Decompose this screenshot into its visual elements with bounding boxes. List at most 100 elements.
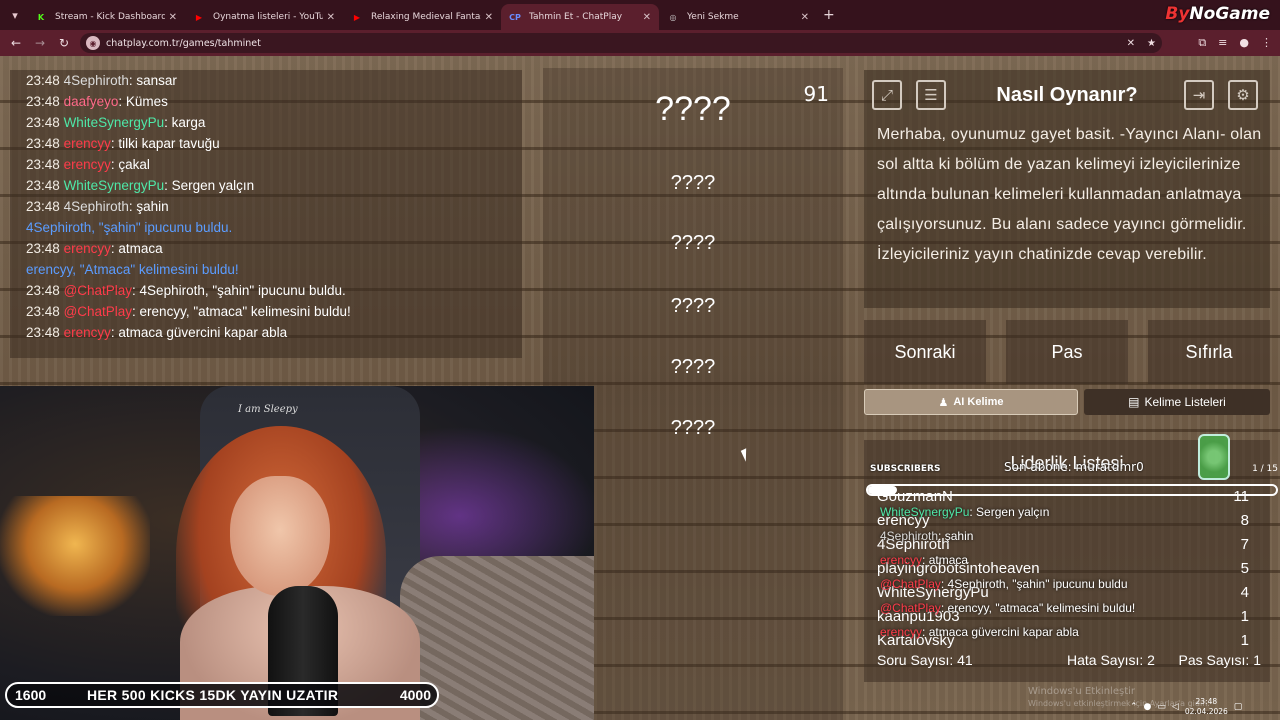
- overlay-chat-user: WhiteSynergyPu: [880, 505, 970, 519]
- browser-tab[interactable]: K Stream - Kick Dashboard ✕: [27, 4, 185, 30]
- chat-timestamp: 23:48: [26, 73, 60, 88]
- youtube-icon: ▶: [195, 12, 203, 22]
- kicks-goal-bar: 1600 HER 500 KICKS 15DK YAYIN UZATIR 400…: [5, 682, 439, 708]
- chat-text: : erencyy, "atmaca" kelimesini buldu!: [132, 304, 351, 319]
- ai-word-button[interactable]: ♟ AI Kelime: [864, 389, 1078, 415]
- site-info-icon[interactable]: ◉: [86, 36, 100, 50]
- tab-close-icon[interactable]: ✕: [327, 12, 335, 23]
- browser-menu-icon[interactable]: ⋮: [1261, 36, 1272, 50]
- tab-close-icon[interactable]: ✕: [801, 12, 809, 23]
- chat-timestamp: 23:48: [26, 199, 60, 214]
- chat-username: erencyy: [63, 325, 111, 340]
- overlay-chat-text: : Sergen yalçın: [969, 505, 1050, 519]
- pass-count: Pas Sayısı: 1: [1178, 652, 1261, 668]
- tip-jar-icon: [1198, 434, 1230, 480]
- chat-username: @ChatPlay: [63, 304, 133, 319]
- exit-icon[interactable]: ⇥: [1184, 80, 1214, 110]
- overlay-chat-text: : atmaca güvercini kapar abla: [922, 625, 1079, 639]
- overlay-chat-user: erencyy: [880, 553, 923, 567]
- audio-muted-icon[interactable]: ✕: [1127, 38, 1135, 49]
- overlay-chat-line: WhiteSynergyPu: Sergen yalçın: [880, 500, 1210, 524]
- player-score: 5: [1240, 560, 1249, 577]
- browser-tab[interactable]: ▶ Relaxing Medieval Fantasy ✕: [343, 4, 501, 30]
- clock-date: 02.04.2026: [1184, 707, 1228, 716]
- how-to-play-panel: ⤢ ☰ Nasıl Oynanır? ⇥ ⚙ Merhaba, oyunumuz…: [864, 70, 1270, 308]
- overlay-chat-user: @ChatPlay: [880, 601, 941, 615]
- overlay-chat-line: erencyy: atmaca güvercini kapar abla: [880, 620, 1210, 644]
- chat-text: : 4Sephiroth, "şahin" ipucunu buldu.: [132, 283, 346, 298]
- chat-text: : sansar: [128, 73, 177, 88]
- main-word: ????: [655, 90, 731, 128]
- chat-timestamp: 23:48: [26, 325, 60, 340]
- overlay-chat-user: @ChatPlay: [880, 577, 941, 591]
- tab-close-icon[interactable]: ✕: [169, 12, 177, 23]
- chat-username: WhiteSynergyPu: [63, 115, 165, 130]
- chat-username: erencyy: [63, 241, 111, 256]
- forward-icon[interactable]: →: [28, 36, 52, 50]
- bookmark-star-icon[interactable]: ★: [1147, 38, 1156, 49]
- tab-close-icon[interactable]: ✕: [643, 12, 651, 23]
- webcam-feed: I am Sleepy: [0, 386, 594, 720]
- system-clock[interactable]: 23:48 02.04.2026: [1185, 697, 1228, 717]
- game-chat-panel: 23:48 4Sephiroth: sansar 23:48 daafyeyo: …: [10, 70, 522, 358]
- tab-title: Stream - Kick Dashboard: [55, 12, 165, 22]
- chat-username: 4Sephiroth: [63, 199, 129, 214]
- chat-timestamp: 23:48: [26, 178, 60, 193]
- hidden-word: ????: [670, 356, 716, 378]
- reset-button[interactable]: Sıfırla: [1148, 320, 1270, 384]
- chat-system-message: 4Sephiroth, "şahin" ipucunu buldu.: [26, 217, 506, 238]
- kick-icon: K: [37, 12, 45, 22]
- clock-time: 23:48: [1195, 697, 1218, 706]
- address-bar[interactable]: ◉ chatplay.com.tr/games/tahminet ✕ ★: [80, 33, 1162, 53]
- volume-icon[interactable]: ◁: [1172, 702, 1179, 712]
- player-score: 1: [1240, 608, 1249, 625]
- chat-text: : tilki kapar tavuğu: [110, 136, 220, 151]
- browser-tab[interactable]: ◎ Yeni Sekme ✕: [659, 4, 817, 30]
- clipboard-icon: ▤: [1128, 395, 1140, 409]
- word-lists-button[interactable]: ▤ Kelime Listeleri: [1084, 389, 1270, 415]
- hidden-word: ????: [670, 172, 716, 194]
- microphone-tray-icon[interactable]: ●: [1144, 702, 1152, 712]
- browser-tab[interactable]: ▶ Oynatma listeleri - YouTube ✕: [185, 4, 343, 30]
- tab-search-icon[interactable]: ▾: [3, 3, 27, 27]
- chat-system-message: erencyy, "Atmaca" kelimesini buldu!: [26, 259, 506, 280]
- media-controls-icon[interactable]: ≡: [1218, 36, 1227, 50]
- kicks-target: 4000: [399, 687, 431, 703]
- tab-title: Relaxing Medieval Fantasy: [371, 12, 481, 22]
- settings-gear-icon[interactable]: ⚙: [1228, 80, 1258, 110]
- reload-icon[interactable]: ↻: [52, 36, 76, 50]
- chair-sign: I am Sleepy: [238, 404, 298, 415]
- browser-tab[interactable]: CP Tahmin Et - ChatPlay ✕: [501, 4, 659, 30]
- back-icon[interactable]: ←: [4, 36, 28, 50]
- overlay-chat-text: : 4Sephiroth, "şahin" ipucunu buldu: [940, 577, 1128, 591]
- url-text: chatplay.com.tr/games/tahminet: [106, 37, 261, 49]
- overlay-chat-text: : şahin: [938, 529, 974, 543]
- chatplay-icon: CP: [509, 12, 521, 22]
- chat-message: 23:48 erencyy: atmaca güvercini kapar ab…: [26, 322, 506, 343]
- next-button[interactable]: Sonraki: [864, 320, 986, 384]
- tab-close-icon[interactable]: ✕: [485, 12, 493, 23]
- chat-text: : atmaca güvercini kapar abla: [110, 325, 288, 340]
- youtube-icon: ▶: [353, 12, 361, 22]
- chat-message: 23:48 erencyy: çakal: [26, 154, 506, 175]
- chat-timestamp: 23:48: [26, 241, 60, 256]
- profile-avatar[interactable]: ●: [1239, 36, 1249, 50]
- hidden-word: ????: [670, 295, 716, 317]
- subscriber-progress-fill: [868, 486, 897, 494]
- how-to-play-text: Merhaba, oyunumuz gayet basit. -Yayıncı …: [877, 126, 1262, 263]
- word-lists-label: Kelime Listeleri: [1144, 395, 1226, 409]
- bynogame-logo: ByNoGame: [1165, 4, 1270, 24]
- stream-chat-overlay: WhiteSynergyPu: Sergen yalçın 4Sephiroth:…: [880, 500, 1210, 644]
- chat-text: : karga: [164, 115, 206, 130]
- ai-word-label: AI Kelime: [953, 396, 1004, 408]
- extensions-icon[interactable]: ⧉: [1198, 36, 1206, 50]
- pass-button[interactable]: Pas: [1006, 320, 1128, 384]
- browser-toolbar: ← → ↻ ◉ chatplay.com.tr/games/tahminet ✕…: [0, 30, 1280, 56]
- overlay-chat-line: erencyy: atmaca: [880, 548, 1210, 572]
- network-icon[interactable]: ▭: [1157, 702, 1166, 712]
- new-tab-button[interactable]: +: [823, 7, 835, 23]
- notifications-icon[interactable]: ▢: [1234, 702, 1243, 712]
- system-message-text: erencyy, "Atmaca" kelimesini buldu!: [26, 262, 239, 277]
- chat-username: WhiteSynergyPu: [63, 178, 165, 193]
- tray-chevron-icon[interactable]: ⌃: [1130, 702, 1138, 712]
